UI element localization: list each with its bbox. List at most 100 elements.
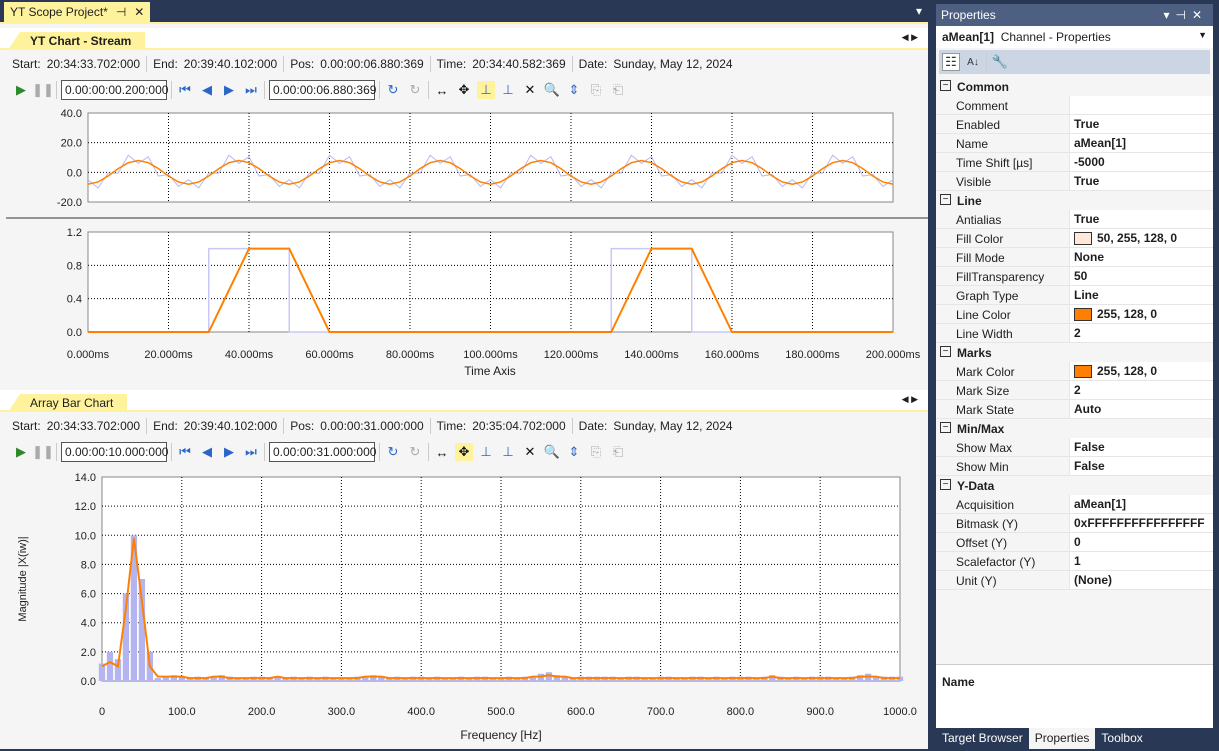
property-row[interactable]: Fill Mode None bbox=[936, 248, 1213, 267]
x-tick-label: 400.0 bbox=[407, 706, 435, 718]
property-value[interactable]: 0xFFFFFFFFFFFFFFFF bbox=[1070, 514, 1209, 532]
property-name: Mark Size bbox=[936, 381, 1070, 399]
property-row[interactable]: Comment bbox=[936, 96, 1213, 115]
property-row[interactable]: Line Width 2 bbox=[936, 324, 1213, 343]
x-tick-label: 1000.0 bbox=[883, 706, 917, 718]
description-title: Name bbox=[942, 675, 975, 689]
x-tick-label: 140.000ms bbox=[624, 349, 679, 361]
property-row[interactable]: Unit (Y) (None) bbox=[936, 571, 1213, 590]
property-row[interactable]: FillTransparency 50 bbox=[936, 267, 1213, 286]
property-value-text: 255, 128, 0 bbox=[1097, 364, 1158, 378]
wrench-icon[interactable]: 🔧 bbox=[991, 53, 1009, 71]
property-row[interactable]: Show Min False bbox=[936, 457, 1213, 476]
object-selector[interactable]: aMean[1] Channel - Properties ▼ bbox=[936, 26, 1213, 48]
property-value[interactable]: 2 bbox=[1070, 324, 1085, 342]
categorized-icon[interactable]: ☷ bbox=[942, 53, 960, 71]
property-value[interactable]: None bbox=[1070, 248, 1108, 266]
property-value[interactable]: True bbox=[1070, 172, 1103, 190]
property-value[interactable]: -5000 bbox=[1070, 153, 1109, 171]
property-value-text: 0xFFFFFFFFFFFFFFFF bbox=[1074, 516, 1205, 530]
collapse-icon[interactable]: − bbox=[940, 479, 951, 490]
property-name: Line Color bbox=[936, 305, 1070, 323]
property-category[interactable]: − Y-Data bbox=[936, 476, 1213, 495]
collapse-icon[interactable]: − bbox=[940, 194, 951, 205]
property-value[interactable] bbox=[1070, 96, 1078, 114]
property-row[interactable]: Acquisition aMean[1] bbox=[936, 495, 1213, 514]
object-name: aMean[1] bbox=[942, 30, 995, 44]
property-value[interactable]: False bbox=[1070, 457, 1109, 475]
property-category[interactable]: − Line bbox=[936, 191, 1213, 210]
property-row[interactable]: Show Max False bbox=[936, 438, 1213, 457]
sort-alpha-icon[interactable]: A↓ bbox=[964, 53, 982, 71]
property-value[interactable]: Line bbox=[1070, 286, 1103, 304]
property-value[interactable]: True bbox=[1070, 115, 1103, 133]
charts-canvas[interactable]: 40.0 20.0 0.0 -20.0 1.2 0.8 0.4 0.0 0.000ms 20.00… bbox=[0, 2, 928, 751]
y-tick-label: 0.0 bbox=[67, 327, 82, 339]
property-value[interactable]: 2 bbox=[1070, 381, 1085, 399]
property-value[interactable]: 1 bbox=[1070, 552, 1085, 570]
property-value-text: 50, 255, 128, 0 bbox=[1097, 231, 1178, 245]
x-tick-label: 600.0 bbox=[567, 706, 595, 718]
x-tick-label: 0 bbox=[99, 706, 105, 718]
y-tick-label: 10.0 bbox=[75, 530, 96, 542]
property-name: Acquisition bbox=[936, 495, 1070, 513]
property-value-text: True bbox=[1074, 174, 1100, 188]
property-row[interactable]: Mark State Auto bbox=[936, 400, 1213, 419]
property-value[interactable]: 255, 128, 0 bbox=[1070, 305, 1161, 323]
property-value-text: False bbox=[1074, 440, 1105, 454]
object-type: Channel - Properties bbox=[1000, 30, 1111, 44]
property-row[interactable]: Enabled True bbox=[936, 115, 1213, 134]
x-tick-label: 500.0 bbox=[487, 706, 515, 718]
property-row[interactable]: Time Shift [µs] -5000 bbox=[936, 153, 1213, 172]
property-value-text: -5000 bbox=[1074, 155, 1105, 169]
property-row[interactable]: Visible True bbox=[936, 172, 1213, 191]
property-name: Show Max bbox=[936, 438, 1070, 456]
property-value[interactable]: 50, 255, 128, 0 bbox=[1070, 229, 1181, 247]
property-row[interactable]: Line Color 255, 128, 0 bbox=[936, 305, 1213, 324]
property-value[interactable]: 0 bbox=[1070, 533, 1085, 551]
property-name: Fill Mode bbox=[936, 248, 1070, 266]
bottom-tab[interactable]: Toolbox bbox=[1095, 728, 1148, 749]
property-value-text: Line bbox=[1074, 288, 1099, 302]
property-row[interactable]: Offset (Y) 0 bbox=[936, 533, 1213, 552]
x-tick-label: 60.000ms bbox=[305, 349, 354, 361]
property-value[interactable]: 50 bbox=[1070, 267, 1091, 285]
property-row[interactable]: Antialias True bbox=[936, 210, 1213, 229]
property-value[interactable]: False bbox=[1070, 438, 1109, 456]
property-value-text: False bbox=[1074, 459, 1105, 473]
bottom-tab[interactable]: Properties bbox=[1028, 728, 1096, 749]
bottom-tab[interactable]: Target Browser bbox=[936, 728, 1029, 749]
property-row[interactable]: Scalefactor (Y) 1 bbox=[936, 552, 1213, 571]
property-row[interactable]: Mark Color 255, 128, 0 bbox=[936, 362, 1213, 381]
property-category[interactable]: − Common bbox=[936, 77, 1213, 96]
property-value[interactable]: 255, 128, 0 bbox=[1070, 362, 1161, 380]
y-tick-label: -20.0 bbox=[57, 197, 82, 209]
property-category[interactable]: − Min/Max bbox=[936, 419, 1213, 438]
property-row[interactable]: Fill Color 50, 255, 128, 0 bbox=[936, 229, 1213, 248]
property-row[interactable]: Bitmask (Y) 0xFFFFFFFFFFFFFFFF bbox=[936, 514, 1213, 533]
property-value[interactable]: Auto bbox=[1070, 400, 1105, 418]
property-value[interactable]: aMean[1] bbox=[1070, 134, 1130, 152]
color-swatch bbox=[1074, 231, 1092, 245]
property-row[interactable]: Name aMean[1] bbox=[936, 134, 1213, 153]
collapse-icon[interactable]: − bbox=[940, 346, 951, 357]
property-value[interactable]: (None) bbox=[1070, 571, 1116, 589]
property-row[interactable]: Mark Size 2 bbox=[936, 381, 1213, 400]
bar bbox=[545, 672, 553, 681]
bar bbox=[106, 651, 114, 681]
y-tick-label: 0.0 bbox=[81, 676, 96, 688]
property-name: Time Shift [µs] bbox=[936, 153, 1070, 171]
property-value[interactable]: True bbox=[1070, 210, 1103, 228]
property-name: Graph Type bbox=[936, 286, 1070, 304]
chevron-down-icon[interactable]: ▼ bbox=[1198, 30, 1207, 40]
property-row[interactable]: Graph Type Line bbox=[936, 286, 1213, 305]
panel-controls-icon[interactable]: ▾⊣✕ bbox=[1163, 8, 1208, 22]
x-tick-label: 120.000ms bbox=[544, 349, 599, 361]
property-value[interactable]: aMean[1] bbox=[1070, 495, 1130, 513]
collapse-icon[interactable]: − bbox=[940, 80, 951, 91]
property-name: FillTransparency bbox=[936, 267, 1070, 285]
properties-panel: Properties ▾⊣✕ aMean[1] Channel - Proper… bbox=[936, 4, 1213, 728]
collapse-icon[interactable]: − bbox=[940, 422, 951, 433]
color-swatch bbox=[1074, 364, 1092, 378]
property-category[interactable]: − Marks bbox=[936, 343, 1213, 362]
